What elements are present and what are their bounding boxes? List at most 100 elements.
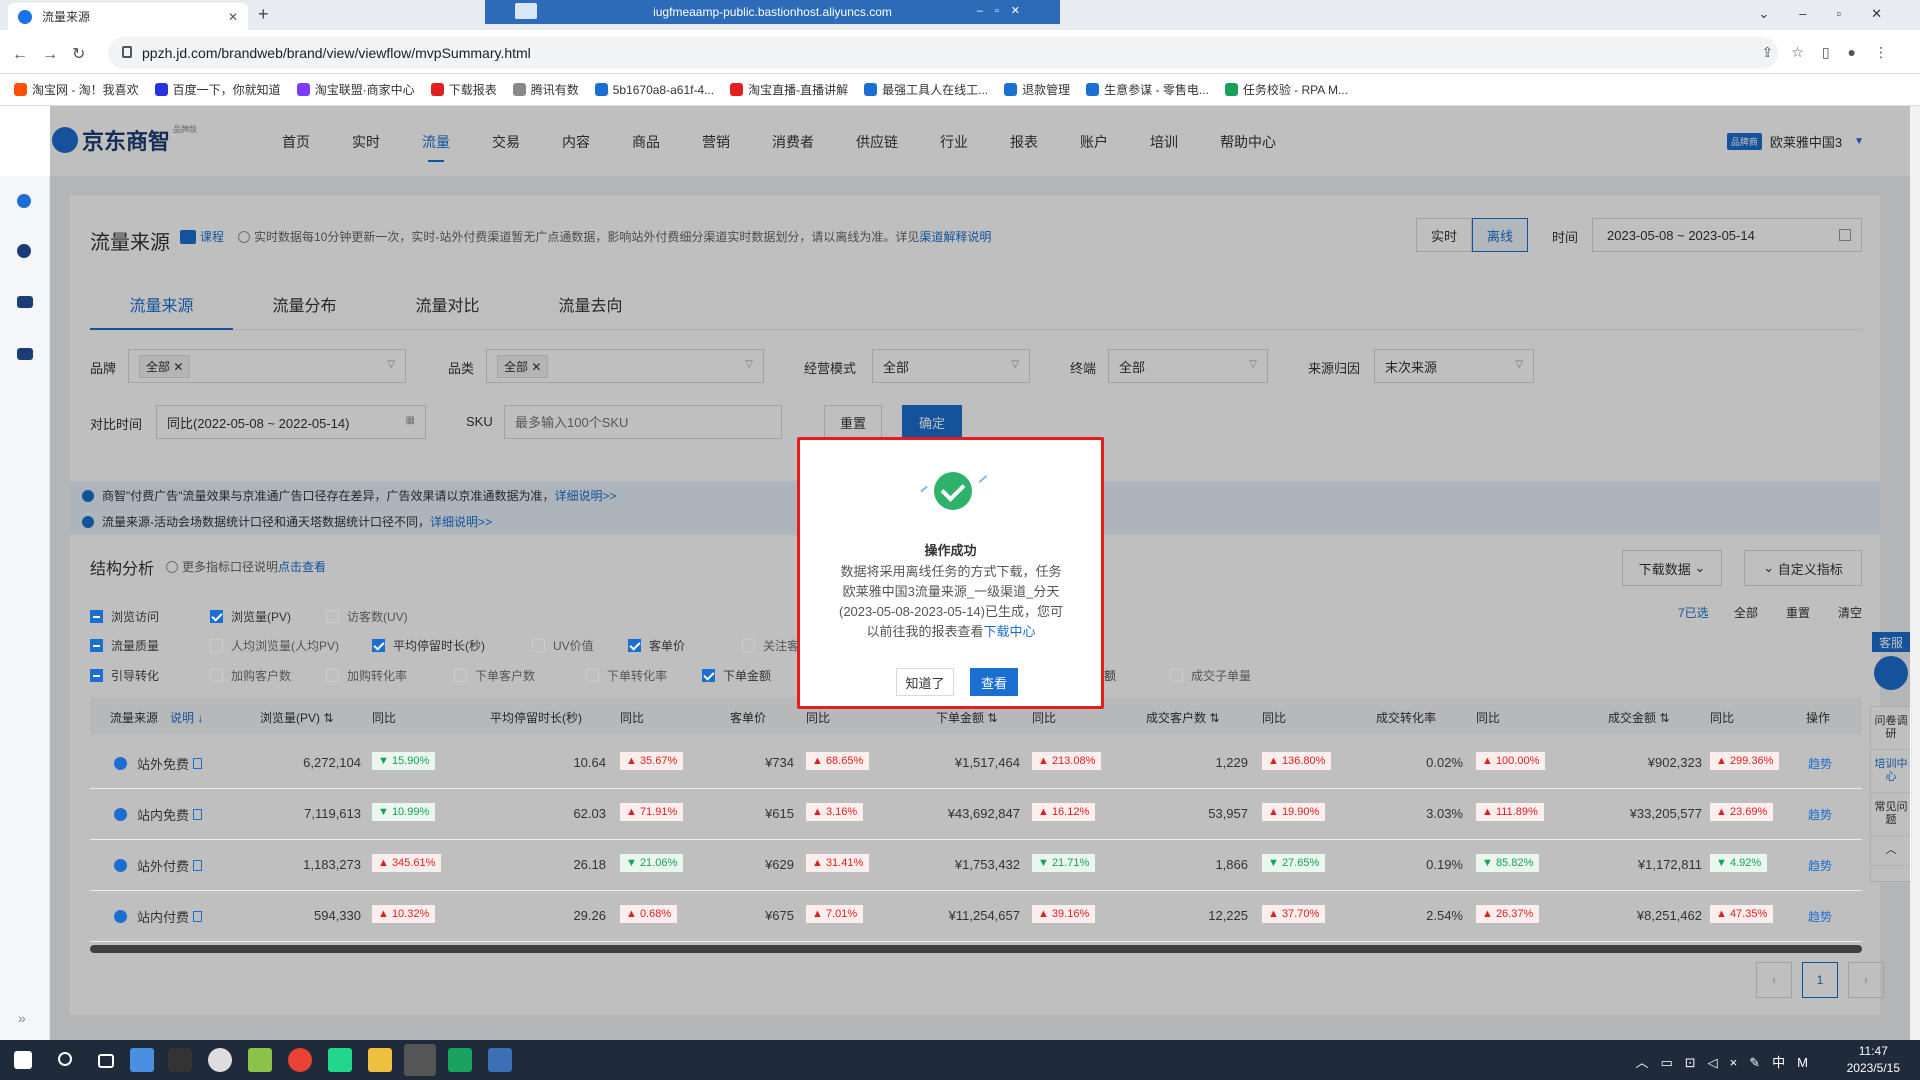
metric-checkbox[interactable]: 浏览量(PV)	[210, 608, 291, 625]
metric-checkbox[interactable]: 客单价	[628, 637, 685, 654]
checkbox[interactable]	[372, 639, 385, 652]
download-center-link[interactable]: 下载中心	[984, 624, 1036, 639]
ime-indicator[interactable]: 中	[1772, 1055, 1797, 1070]
search-icon[interactable]	[58, 1052, 72, 1066]
checkbox[interactable]	[586, 669, 599, 682]
dialog-title: 操作成功	[924, 543, 977, 558]
checkbox[interactable]	[628, 639, 641, 652]
browser-tab[interactable]: 流量来源 ✕	[8, 3, 248, 30]
bookmark-label: 任务校验 - RPA M...	[1242, 83, 1348, 97]
metric-checkbox[interactable]: 人均浏览量(人均PV)	[210, 637, 339, 654]
checkbox[interactable]	[532, 639, 545, 652]
expand-icon[interactable]	[114, 859, 127, 872]
bookmark-item[interactable]: 腾讯有数	[512, 81, 579, 98]
list-icon[interactable]	[17, 348, 33, 360]
checkbox[interactable]	[454, 669, 467, 682]
cell-oamt: ¥1,753,432	[954, 857, 1020, 872]
bookmark-item[interactable]: 淘宝网 - 淘！我喜欢	[14, 81, 139, 98]
metric-checkbox[interactable]: 关注客	[742, 637, 799, 654]
expand-icon[interactable]	[114, 808, 127, 821]
trend-link[interactable]: 趋势	[1808, 908, 1832, 925]
expand-icon[interactable]	[114, 910, 127, 923]
chrome-icon[interactable]	[288, 1048, 312, 1072]
bookmark-item[interactable]: 淘宝联盟·商家中心	[296, 81, 415, 98]
clock[interactable]: 11:47 2023/5/15	[1847, 1043, 1900, 1077]
bookmark-item[interactable]: 任务校验 - RPA M...	[1224, 81, 1348, 98]
task-view-icon[interactable]	[98, 1054, 114, 1068]
cell-damt_yoy: ▲ 23.69%	[1710, 803, 1774, 821]
bookmark-item[interactable]: 淘宝直播-直播讲解	[730, 81, 848, 98]
pie-chart-icon[interactable]	[17, 194, 31, 208]
metric-group[interactable]: 流量质量	[90, 637, 159, 654]
url-input[interactable]: ppzh.jd.com/brandweb/brand/view/viewflow…	[108, 37, 1778, 69]
metric-checkbox[interactable]: 加购转化率	[326, 667, 407, 684]
checkbox[interactable]	[210, 639, 223, 652]
expand-icon[interactable]: »	[18, 1010, 26, 1026]
checkbox[interactable]	[702, 669, 715, 682]
trend-link[interactable]: 趋势	[1808, 857, 1832, 874]
view-button[interactable]: 查看	[970, 668, 1018, 696]
metric-checkbox[interactable]: UV价值	[532, 637, 594, 654]
cell-dcust: 1,229	[1215, 755, 1248, 770]
doc-icon[interactable]	[193, 758, 203, 769]
terminal-icon[interactable]	[168, 1048, 192, 1072]
window-controls[interactable]: ⌄–▫✕	[1758, 6, 1912, 22]
bookmark-item[interactable]: 生意参谋 - 零售电...	[1086, 81, 1209, 98]
app-icon[interactable]	[208, 1048, 232, 1072]
toolbar-icons[interactable]: ⇪☆▯●⋮	[1762, 44, 1906, 61]
doc-icon[interactable]	[193, 860, 203, 871]
page-scrollbar[interactable]	[1910, 106, 1920, 1040]
metric-checkbox[interactable]: 下单转化率	[586, 667, 667, 684]
source-name: 站内付费	[137, 910, 190, 925]
trend-link[interactable]: 趋势	[1808, 755, 1832, 772]
app-icon[interactable]	[248, 1048, 272, 1072]
bookmark-icon	[1004, 83, 1018, 96]
bookmark-item[interactable]: 最强工具人在线工...	[864, 81, 988, 98]
checkbox[interactable]	[1170, 669, 1183, 682]
bookmark-item[interactable]: 下载报表	[430, 81, 497, 98]
checkbox[interactable]	[210, 669, 223, 682]
app-icon[interactable]	[130, 1048, 154, 1072]
bookmark-item[interactable]: 百度一下，你就知道	[154, 81, 281, 98]
nav-buttons[interactable]: ←→↻	[12, 44, 99, 64]
trend-link[interactable]: 趋势	[1808, 806, 1832, 823]
windows-start-icon[interactable]	[14, 1051, 32, 1069]
metric-checkbox[interactable]: 下单金额	[702, 667, 771, 684]
folder-icon[interactable]	[368, 1048, 392, 1072]
group-checkbox[interactable]	[90, 669, 103, 682]
remote-desktop-icon[interactable]	[488, 1048, 512, 1072]
checkbox[interactable]	[326, 610, 339, 623]
new-tab-button[interactable]: +	[258, 4, 269, 25]
doc-icon[interactable]	[193, 809, 203, 820]
doc-icon[interactable]	[193, 911, 203, 922]
got-it-button[interactable]: 知道了	[896, 668, 954, 696]
group-checkbox[interactable]	[90, 639, 103, 652]
metric-group[interactable]: 引导转化	[90, 667, 159, 684]
bookmark-item[interactable]: 5b1670a8-a61f-4...	[594, 83, 714, 97]
cell-drate_yoy: ▲ 26.37%	[1476, 905, 1540, 923]
metric-checkbox[interactable]: 成交子单量	[1170, 667, 1251, 684]
monitor-icon[interactable]	[17, 296, 33, 308]
metric-checkbox[interactable]: 下单客户数	[454, 667, 535, 684]
bookmark-item[interactable]: 退款管理	[1004, 81, 1070, 98]
cell-pv_yoy: ▲ 345.61%	[372, 854, 442, 872]
metric-group[interactable]: 浏览访问	[90, 608, 159, 625]
checkbox[interactable]	[742, 639, 755, 652]
cell-pv: 1,183,273	[303, 857, 361, 872]
metric-checkbox[interactable]: 加购客户数	[210, 667, 291, 684]
expand-icon[interactable]	[114, 757, 127, 770]
chrome-active-icon[interactable]	[404, 1044, 436, 1076]
checkbox[interactable]	[210, 610, 223, 623]
metric-checkbox[interactable]: 额	[1104, 667, 1116, 684]
sheets-icon[interactable]	[448, 1048, 472, 1072]
checkbox[interactable]	[326, 669, 339, 682]
metric-label: 客单价	[649, 639, 686, 653]
remote-window-controls[interactable]: –▫✕	[977, 4, 1032, 17]
system-tray[interactable]: ︿▭⊡◁×✎中M	[1635, 1052, 1820, 1071]
target-icon[interactable]	[17, 244, 31, 258]
metric-checkbox[interactable]: 访客数(UV)	[326, 608, 408, 625]
group-checkbox[interactable]	[90, 610, 103, 623]
close-tab-icon[interactable]: ✕	[228, 10, 238, 24]
metric-checkbox[interactable]: 平均停留时长(秒)	[372, 637, 485, 654]
pycharm-icon[interactable]	[328, 1048, 352, 1072]
